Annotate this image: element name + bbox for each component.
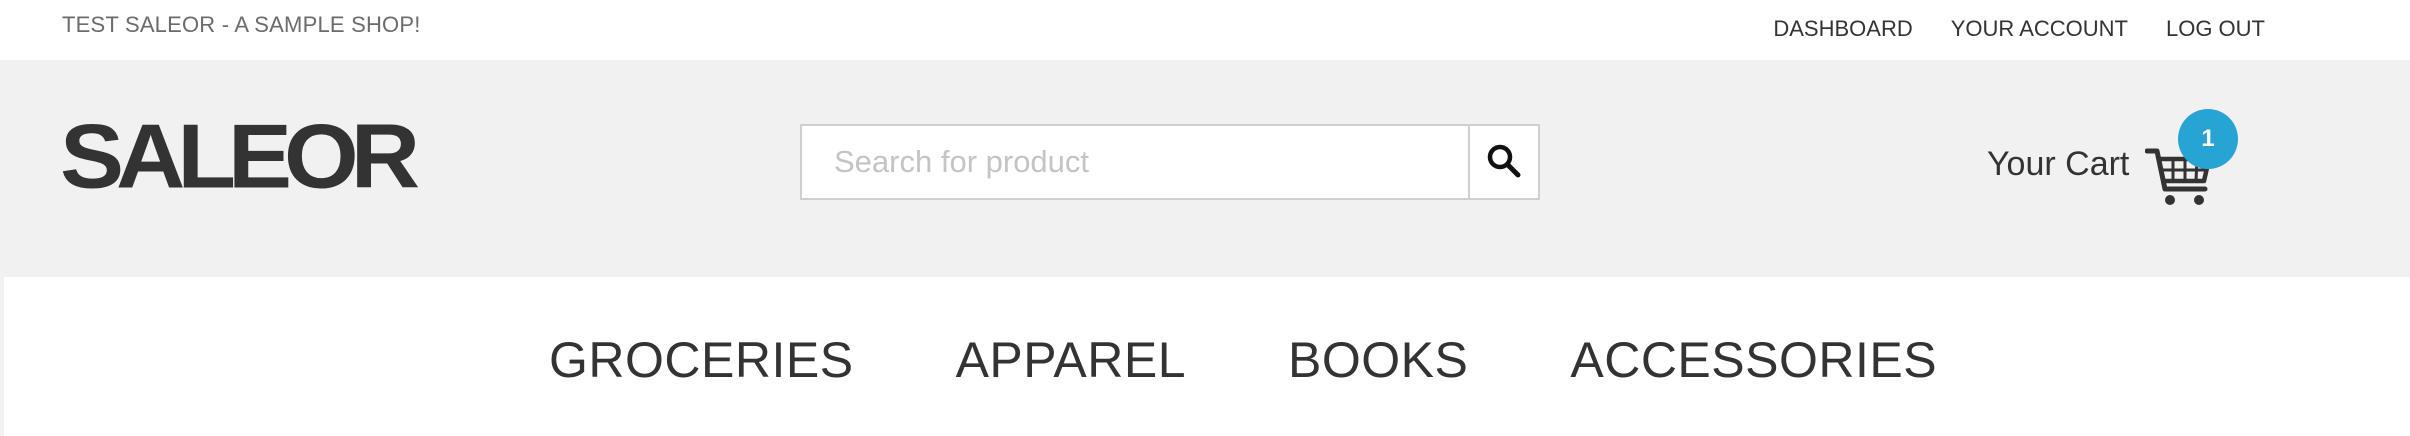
search-button[interactable]	[1468, 126, 1538, 198]
search-form	[800, 124, 1540, 200]
cart-label: Your Cart	[1987, 145, 2130, 183]
account-links: DASHBOARD YOUR ACCOUNT LOG OUT	[1773, 16, 2265, 42]
search-icon	[1486, 143, 1522, 182]
search-input[interactable]	[802, 126, 1468, 198]
dashboard-link[interactable]: DASHBOARD	[1773, 16, 1912, 42]
cart-count-badge: 1	[2178, 109, 2238, 169]
top-utility-bar: TEST SALEOR - A SAMPLE SHOP! DASHBOARD Y…	[0, 0, 2410, 60]
cart-button[interactable]: Your Cart 1	[1985, 105, 2245, 215]
your-account-link[interactable]: YOUR ACCOUNT	[1951, 16, 2128, 42]
nav-item-apparel[interactable]: APPAREL	[956, 331, 1186, 389]
shop-name: TEST SALEOR - A SAMPLE SHOP!	[62, 12, 421, 37]
category-menu: GROCERIES APPAREL BOOKS ACCESSORIES	[549, 331, 1937, 389]
saleor-logo[interactable]: SALEOR	[60, 105, 420, 208]
nav-item-groceries[interactable]: GROCERIES	[549, 331, 854, 389]
category-navigation: GROCERIES APPAREL BOOKS ACCESSORIES	[0, 277, 2410, 436]
site-header: SALEOR Your Cart	[0, 60, 2410, 277]
log-out-link[interactable]: LOG OUT	[2166, 16, 2265, 42]
nav-item-accessories[interactable]: ACCESSORIES	[1570, 331, 1937, 389]
nav-item-books[interactable]: BOOKS	[1288, 331, 1468, 389]
logo-text: SALEOR	[60, 105, 420, 208]
